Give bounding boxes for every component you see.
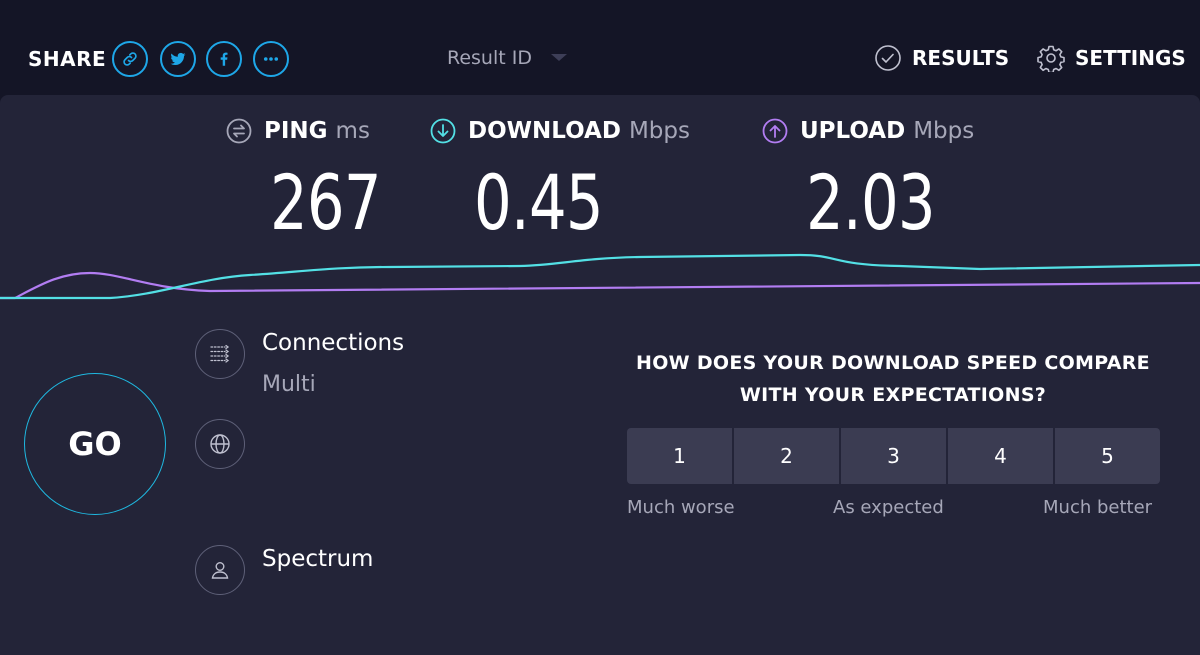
- ping-metric: PING ms 267: [226, 118, 382, 247]
- chevron-down-icon[interactable]: [551, 54, 567, 61]
- share-label: SHARE: [28, 47, 107, 71]
- ping-label: PING: [264, 118, 328, 144]
- more-icon[interactable]: [253, 41, 289, 77]
- rating-label-low: Much worse: [627, 497, 735, 518]
- download-line: [0, 253, 1200, 300]
- top-bar: SHARE Result ID RESULTS SETTINGS: [0, 0, 1200, 96]
- results-button[interactable]: RESULTS: [874, 44, 1009, 72]
- rating-button-2[interactable]: 2: [734, 428, 839, 484]
- provider-name: Spectrum: [262, 546, 374, 572]
- facebook-icon[interactable]: [206, 41, 242, 77]
- settings-label: SETTINGS: [1075, 46, 1186, 70]
- download-label: DOWNLOAD: [468, 118, 621, 144]
- rating-label-high: Much better: [1043, 497, 1153, 518]
- check-circle-icon: [874, 44, 902, 72]
- upload-unit: Mbps: [913, 118, 975, 144]
- gear-icon: [1037, 44, 1065, 74]
- connections-mode[interactable]: Multi: [262, 372, 316, 397]
- ping-value: 267: [270, 158, 382, 247]
- rating-button-4[interactable]: 4: [948, 428, 1053, 484]
- survey-question-line-1: HOW DOES YOUR DOWNLOAD SPEED COMPARE: [636, 352, 1150, 374]
- speed-graph: [0, 253, 1200, 300]
- ping-unit: ms: [335, 118, 370, 144]
- ping-icon: [226, 118, 252, 144]
- twitter-icon[interactable]: [160, 41, 196, 77]
- download-value: 0.45: [474, 158, 604, 247]
- survey-question: HOW DOES YOUR DOWNLOAD SPEED COMPARE WIT…: [610, 347, 1176, 411]
- download-unit: Mbps: [628, 118, 690, 144]
- upload-label: UPLOAD: [800, 118, 906, 144]
- download-arrow-icon: [430, 118, 456, 144]
- upload-metric: UPLOAD Mbps 2.03: [762, 118, 975, 247]
- connections-icon: [195, 329, 245, 379]
- rating-scale: 1 2 3 4 5: [627, 428, 1160, 484]
- connections-title: Connections: [262, 330, 405, 356]
- settings-button[interactable]: SETTINGS: [1037, 44, 1186, 74]
- rating-label-mid: As expected: [833, 497, 944, 518]
- download-metric: DOWNLOAD Mbps 0.45: [430, 118, 690, 247]
- result-id-label[interactable]: Result ID: [447, 47, 532, 69]
- results-label: RESULTS: [912, 46, 1010, 70]
- survey-question-line-2: WITH YOUR EXPECTATIONS?: [739, 384, 1047, 406]
- rating-button-3[interactable]: 3: [841, 428, 946, 484]
- go-button[interactable]: GO: [24, 373, 166, 515]
- upload-value: 2.03: [806, 158, 936, 247]
- globe-icon: [195, 419, 245, 469]
- link-icon[interactable]: [112, 41, 148, 77]
- user-icon: [195, 545, 245, 595]
- rating-button-5[interactable]: 5: [1055, 428, 1160, 484]
- upload-arrow-icon: [762, 118, 788, 144]
- rating-button-1[interactable]: 1: [627, 428, 732, 484]
